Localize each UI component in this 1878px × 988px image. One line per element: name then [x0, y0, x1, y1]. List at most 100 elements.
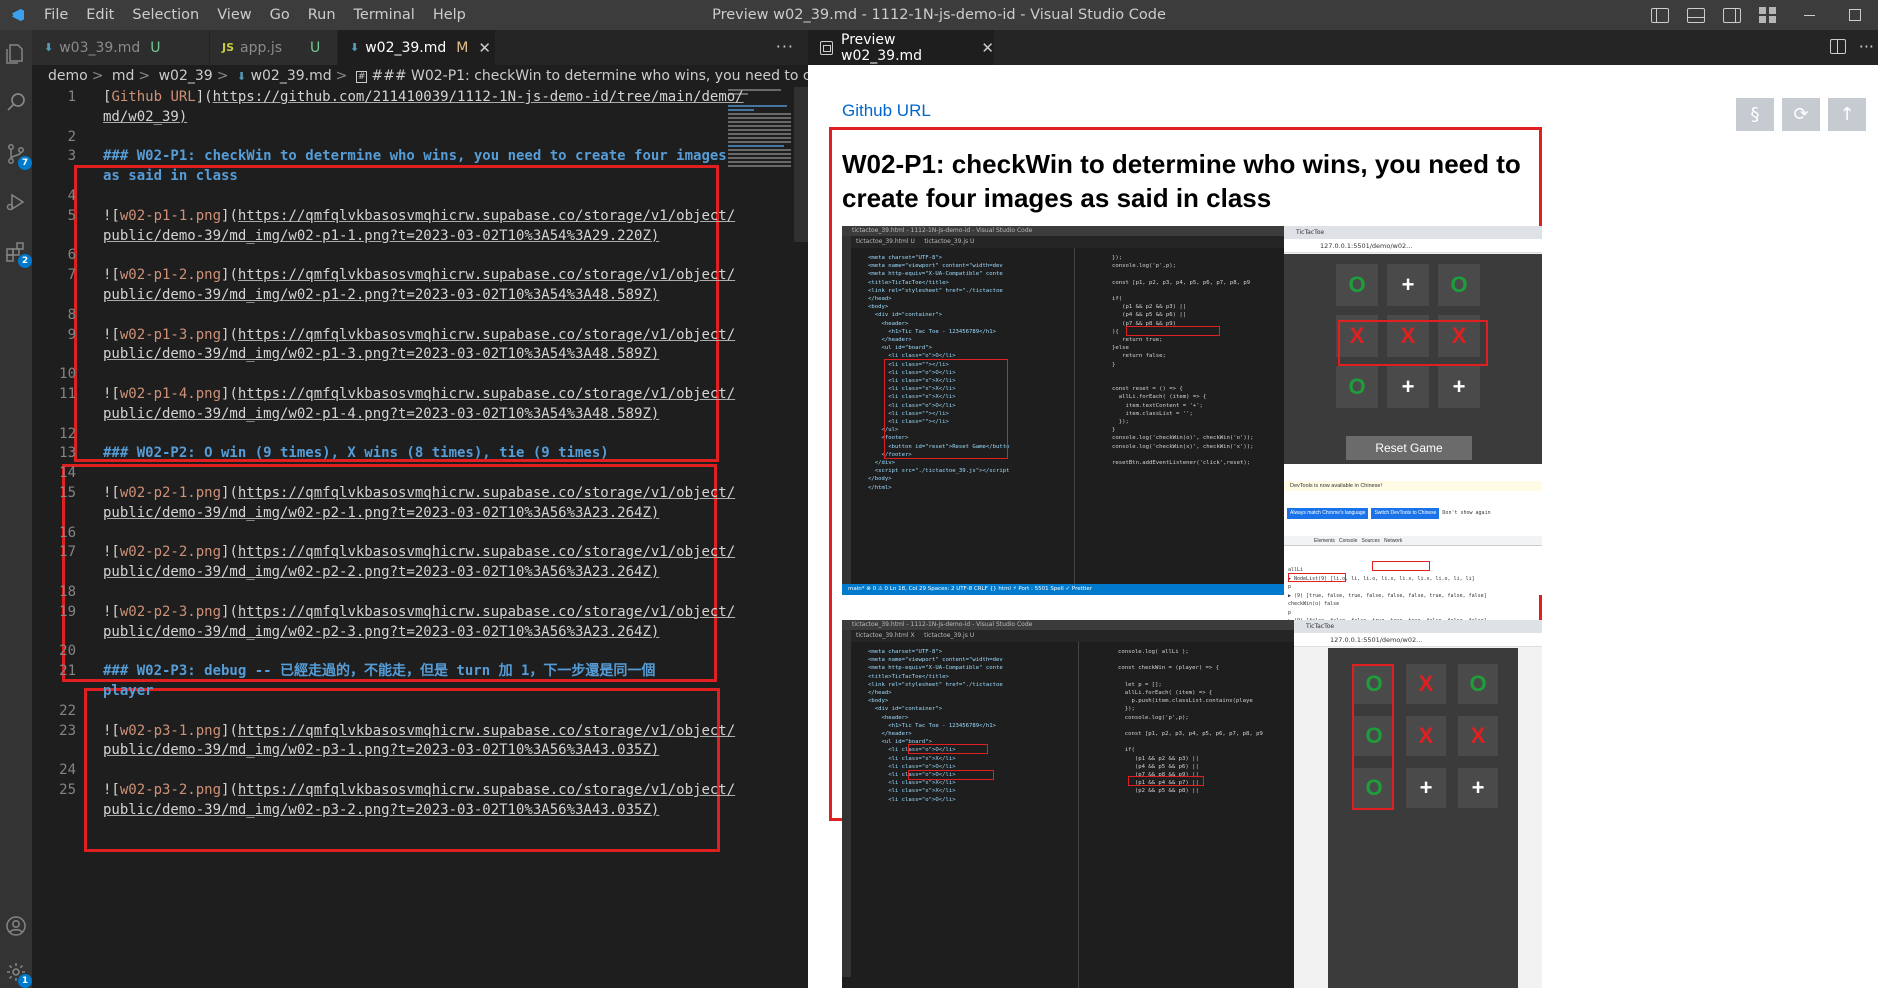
more-actions-icon[interactable]: ··· [776, 30, 794, 63]
code-line[interactable]: 23 ![w02-p3-1.png](https://qmfqlvkbasosvm… [32, 721, 735, 741]
menu-terminal[interactable]: Terminal [345, 0, 424, 30]
code-line[interactable]: public/demo-39/md_img/w02-p3-2.png?t=202… [32, 800, 722, 820]
link-url[interactable]: https://qmfqlvkbasosvmqhicrw.supabase.co… [238, 327, 735, 343]
menu-file[interactable]: File [35, 0, 77, 30]
toggle-sidebar-icon[interactable] [1651, 7, 1669, 23]
link-label: Github URL [111, 89, 196, 105]
code-line[interactable]: 4 [32, 186, 722, 206]
code-line[interactable]: 25 ![w02-p3-2.png](https://qmfqlvkbasosvm… [32, 780, 735, 800]
close-icon[interactable]: ✕ [981, 39, 994, 57]
link-url[interactable]: https://qmfqlvkbasosvmqhicrw.supabase.co… [238, 485, 735, 501]
code-line[interactable]: public/demo-39/md_img/w02-p1-1.png?t=202… [32, 226, 722, 246]
code-line[interactable]: public/demo-39/md_img/w02-p2-1.png?t=202… [32, 503, 722, 523]
menu-selection[interactable]: Selection [123, 0, 208, 30]
tab-preview[interactable]: Preview w02_39.md ✕ [808, 30, 994, 65]
code-line[interactable]: 10 [32, 364, 722, 384]
breadcrumb-w02-39[interactable]: w02_39 [159, 68, 213, 84]
code-line[interactable]: 2 [32, 127, 722, 147]
editor-scrollbar[interactable] [794, 87, 808, 242]
link-url[interactable]: https://qmfqlvkbasosvmqhicrw.supabase.co… [238, 782, 735, 798]
code-line[interactable]: public/demo-39/md_img/w02-p2-2.png?t=202… [32, 562, 722, 582]
menu-edit[interactable]: Edit [77, 0, 123, 30]
code-line[interactable]: 22 [32, 701, 722, 721]
markdown-icon: ⬇ [350, 41, 360, 54]
scroll-top-button[interactable]: ↑ [1828, 98, 1866, 131]
code-line[interactable]: 24 [32, 760, 722, 780]
link-label: w02-p2-1.png [119, 485, 222, 501]
code-line[interactable]: 1 [Github URL](https://github.com/2114100… [32, 87, 744, 107]
link-url[interactable]: https://qmfqlvkbasosvmqhicrw.supabase.co… [238, 386, 735, 402]
code-line[interactable]: 19 ![w02-p2-3.png](https://qmfqlvkbasosvm… [32, 602, 735, 622]
code-line[interactable]: 20 [32, 641, 722, 661]
code-line[interactable]: player [32, 681, 722, 701]
extensions-icon[interactable]: 2 [2, 238, 32, 268]
code-line[interactable]: public/demo-39/md_img/w02-p2-3.png?t=202… [32, 622, 722, 642]
more-actions-icon[interactable]: ··· [1859, 30, 1874, 63]
maximize-button[interactable] [1832, 0, 1878, 30]
code-line[interactable]: public/demo-39/md_img/w02-p1-3.png?t=202… [32, 344, 722, 364]
board-cell: + [1387, 264, 1429, 306]
code-line[interactable]: public/demo-39/md_img/w02-p3-1.png?t=202… [32, 740, 722, 760]
board-cell: X [1406, 716, 1446, 756]
tab-label: w03_39.md [59, 39, 141, 56]
code-line[interactable]: 21 ### W02-P3: debug -- 已經走過的，不能走，但是 turn… [32, 661, 722, 681]
link-url[interactable]: https://qmfqlvkbasosvmqhicrw.supabase.co… [238, 723, 735, 739]
code-line[interactable]: 16 [32, 523, 722, 543]
link-url[interactable]: https://github.com/211410039/1112-1N-js-… [213, 89, 744, 105]
code-line[interactable]: 11 ![w02-p1-4.png](https://qmfqlvkbasosvm… [32, 384, 735, 404]
menu-go[interactable]: Go [261, 0, 299, 30]
explorer-icon[interactable] [2, 40, 30, 68]
code-line[interactable]: 7 ![w02-p1-2.png](https://qmfqlvkbasosvmq… [32, 265, 736, 285]
menu-view[interactable]: View [208, 0, 260, 30]
link-url[interactable]: https://qmfqlvkbasosvmqhicrw.supabase.co… [238, 267, 735, 283]
toggle-secondary-sidebar-icon[interactable] [1723, 7, 1741, 23]
code-line[interactable]: 12 [32, 424, 722, 444]
code-line[interactable]: 15 ![w02-p2-1.png](https://qmfqlvkbasosvm… [32, 483, 735, 503]
code-editor[interactable]: 1 [Github URL](https://github.com/2114100… [32, 87, 808, 988]
minimize-button[interactable] [1786, 0, 1832, 30]
menu-run[interactable]: Run [299, 0, 345, 30]
customize-layout-icon[interactable] [1759, 7, 1777, 23]
code-line[interactable]: 6 [32, 245, 722, 265]
code-line[interactable]: 18 [32, 582, 722, 602]
code-line[interactable]: 3 ### W02-P1: checkWin to determine who w… [32, 146, 727, 166]
code-line[interactable]: public/demo-39/md_img/w02-p1-4.png?t=202… [32, 404, 722, 424]
extensions-badge: 2 [18, 254, 32, 268]
code-line[interactable]: 8 [32, 305, 722, 325]
link-url[interactable]: https://qmfqlvkbasosvmqhicrw.supabase.co… [238, 544, 735, 560]
settings-gear-icon[interactable]: 1 [2, 958, 32, 988]
menu-help[interactable]: Help [424, 0, 475, 30]
close-icon[interactable]: ✕ [478, 39, 491, 57]
refresh-button[interactable]: ⟳ [1782, 98, 1820, 131]
breadcrumb-md[interactable]: md [112, 68, 135, 84]
split-editor-icon[interactable] [1830, 39, 1846, 54]
run-debug-icon[interactable] [2, 188, 30, 216]
code-line[interactable]: 17 ![w02-p2-2.png](https://qmfqlvkbasosvm… [32, 542, 735, 562]
tab-w03-39-md[interactable]: ⬇ w03_39.md U [32, 30, 210, 65]
code-line[interactable]: 5 ![w02-p1-1.png](https://qmfqlvkbasosvmq… [32, 206, 736, 226]
link-url[interactable]: https://qmfqlvkbasosvmqhicrw.supabase.co… [238, 208, 735, 224]
breadcrumb-heading[interactable]: ### W02-P1: checkWin to determine who wi… [371, 68, 808, 84]
tab-w02-39-md[interactable]: ⬇ w02_39.md M ✕ [338, 30, 496, 65]
source-control-icon[interactable]: 7 [2, 140, 32, 170]
code-line[interactable]: 9 ![w02-p1-3.png](https://qmfqlvkbasosvmq… [32, 325, 736, 345]
code-line[interactable]: md/w02_39) [32, 107, 722, 127]
toggle-panel-icon[interactable] [1687, 7, 1705, 23]
line-number: 5 [67, 207, 76, 224]
account-icon[interactable] [2, 912, 30, 940]
tab-app-js[interactable]: JS app.js U [210, 30, 338, 65]
section-button[interactable]: § [1736, 98, 1774, 131]
line-number: 22 [59, 702, 76, 719]
code-line[interactable]: as said in class [32, 166, 722, 186]
code-line[interactable]: public/demo-39/md_img/w02-p1-2.png?t=202… [32, 285, 722, 305]
code-line[interactable]: 14 [32, 463, 722, 483]
line-number: 15 [59, 485, 76, 501]
link-url[interactable]: https://qmfqlvkbasosvmqhicrw.supabase.co… [238, 604, 735, 620]
code-line[interactable]: 13 ### W02-P2: O win (9 times), X wins (8… [32, 443, 722, 463]
url-continuation: public/demo-39/md_img/w02-p2-2.png?t=202… [103, 564, 660, 581]
line-number: 7 [67, 267, 76, 284]
breadcrumb-demo[interactable]: demo [48, 68, 88, 84]
github-url-link[interactable]: Github URL [842, 101, 931, 121]
search-icon[interactable] [2, 88, 30, 116]
breadcrumb-file[interactable]: w02_39.md [251, 68, 332, 84]
